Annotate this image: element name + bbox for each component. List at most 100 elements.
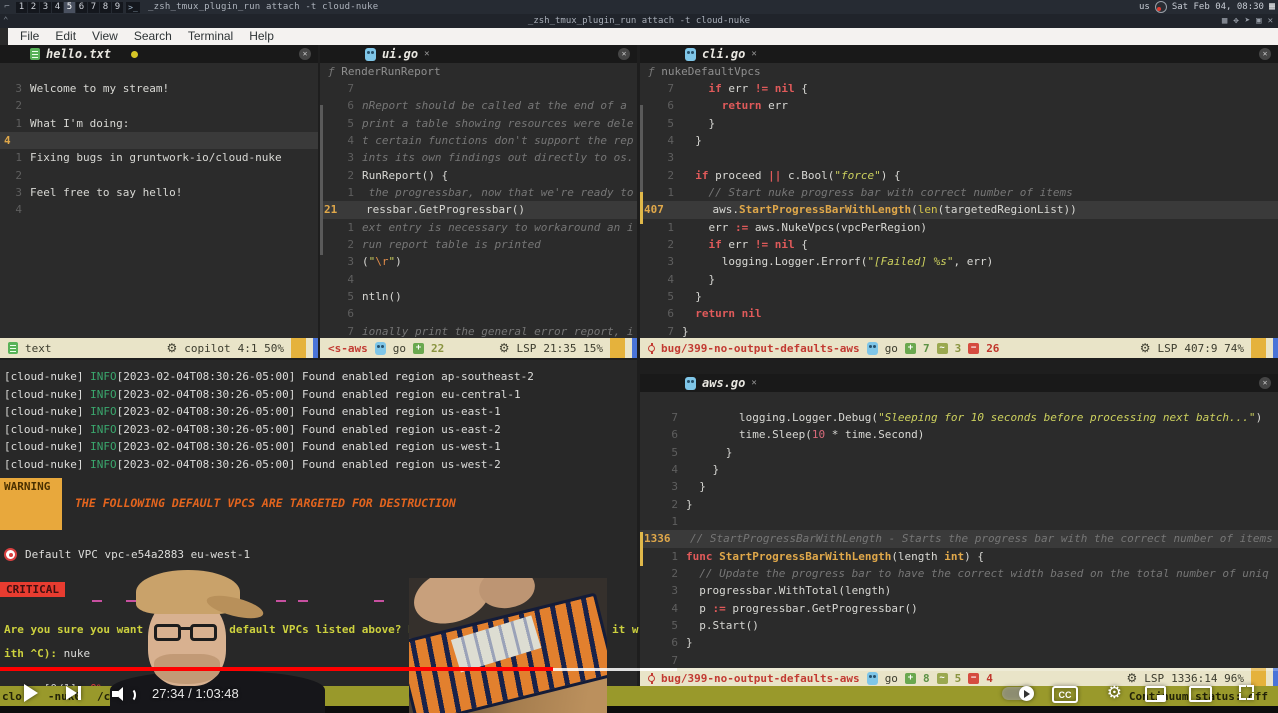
clock[interactable]: Sat Feb 04, 08:30	[1172, 2, 1264, 12]
pane-close-icon[interactable]: ✕	[299, 48, 311, 60]
workspace-grid-icon[interactable]: ▦	[1269, 2, 1275, 12]
volume-button[interactable]	[112, 685, 134, 703]
code-line[interactable]: 2 // Update the progress bar to have the…	[640, 565, 1278, 582]
code-line[interactable]: 3 logging.Logger.Errorf("[Failed] %s", e…	[640, 253, 1278, 270]
menu-item-help[interactable]: Help	[241, 29, 282, 43]
terminal-prefix-button[interactable]: >_	[126, 2, 140, 13]
code-line[interactable]: 5 }	[640, 288, 1278, 305]
tab-close-icon[interactable]: ✕	[751, 49, 756, 59]
menu-item-view[interactable]: View	[84, 29, 126, 43]
code-line[interactable]: 2 if proceed || c.Bool("force") {	[640, 167, 1278, 184]
tab-close-icon[interactable]: ✕	[424, 49, 429, 59]
code-line[interactable]: 7 if err != nil {	[640, 80, 1278, 97]
tmux-window-button-4[interactable]: 4	[52, 2, 63, 13]
fullscreen-button[interactable]	[1239, 685, 1254, 700]
close-icon[interactable]: ✕	[1268, 15, 1273, 27]
menu-item-terminal[interactable]: Terminal	[180, 29, 241, 43]
scrollbar[interactable]	[320, 105, 323, 255]
code-line[interactable]: 1 // Start nuke progress bar with correc…	[640, 184, 1278, 201]
code-line[interactable]: 3Welcome to my stream!	[0, 80, 318, 97]
code-line[interactable]: 3 progressbar.WithTotal(length)	[640, 582, 1278, 599]
tab-hello-txt[interactable]: hello.txt	[30, 47, 138, 61]
menu-item-file[interactable]: File	[12, 29, 47, 43]
pane-close-icon[interactable]: ✕	[1259, 48, 1271, 60]
autoplay-toggle[interactable]	[1002, 687, 1034, 700]
tmux-window-button-2[interactable]: 2	[28, 2, 39, 13]
code-line[interactable]: 6 return nil	[640, 305, 1278, 322]
captions-button[interactable]: CC	[1052, 686, 1078, 703]
code-line[interactable]: 6 return err	[640, 97, 1278, 114]
code-line[interactable]: 3Feel free to say hello!	[0, 184, 318, 201]
code-line[interactable]: 2	[0, 97, 318, 114]
code-line[interactable]: 4	[0, 201, 318, 218]
tab-cli-go[interactable]: cli.go ✕	[685, 47, 757, 61]
code-line[interactable]: 6}	[640, 634, 1278, 651]
code-line[interactable]: 4 }	[640, 271, 1278, 288]
scrollbar-indicator[interactable]	[1273, 338, 1278, 358]
code-line[interactable]: 5 }	[640, 115, 1278, 132]
keyboard-layout-indicator[interactable]: us	[1139, 2, 1150, 12]
code-line[interactable]: 6 time.Sleep(10 * time.Second)	[640, 426, 1278, 443]
code-line[interactable]: 4t certain functions don't support the r…	[320, 132, 637, 149]
code-line[interactable]: 1 err := aws.NukeVpcs(vpcPerRegion)	[640, 219, 1278, 236]
menu-item-search[interactable]: Search	[126, 29, 180, 43]
code-line[interactable]: 2run report table is printed	[320, 236, 637, 253]
code-line[interactable]: 7	[320, 80, 637, 97]
code-line[interactable]: 1 the progressbar, now that we're ready …	[320, 184, 637, 201]
current-code-line[interactable]: 407 aws.StartProgressBarWithLength(len(t…	[640, 201, 1278, 218]
tab-close-icon[interactable]: ✕	[751, 378, 756, 388]
current-code-line[interactable]: 21ressbar.GetProgressbar()	[320, 201, 637, 218]
tmux-window-button-8[interactable]: 8	[100, 2, 111, 13]
theater-mode-button[interactable]	[1189, 686, 1212, 702]
code-line[interactable]: 4 }	[640, 132, 1278, 149]
code-line[interactable]: 6	[320, 305, 637, 322]
pane-close-icon[interactable]: ✕	[618, 48, 630, 60]
code-line[interactable]: 1Fixing bugs in gruntwork-io/cloud-nuke	[0, 149, 318, 166]
code-line[interactable]: 6nReport should be called at the end of …	[320, 97, 637, 114]
code-line[interactable]: 2	[0, 167, 318, 184]
current-code-line[interactable]: 4	[0, 132, 318, 149]
code-line[interactable]: 2 if err != nil {	[640, 236, 1278, 253]
code-line[interactable]: 7	[640, 652, 1278, 669]
menu-item-edit[interactable]: Edit	[47, 29, 84, 43]
play-button[interactable]	[24, 684, 38, 702]
settings-gear-icon[interactable]: ⚙	[1107, 683, 1122, 703]
scrollbar-indicator[interactable]	[313, 338, 318, 358]
code-line[interactable]: 2}	[640, 496, 1278, 513]
code-line[interactable]: 7 logging.Logger.Debug("Sleeping for 10 …	[640, 409, 1278, 426]
code-line[interactable]: 4	[320, 271, 637, 288]
tmux-window-button-6[interactable]: 6	[76, 2, 87, 13]
code-line[interactable]: 1What I'm doing:	[0, 115, 318, 132]
code-line[interactable]: 3ints its own findings out directly to o…	[320, 149, 637, 166]
miniplayer-button[interactable]	[1145, 686, 1166, 702]
pin-icon[interactable]: ➤	[1245, 15, 1250, 27]
tab-aws-go[interactable]: aws.go ✕	[685, 376, 757, 390]
code-line[interactable]: 3	[640, 149, 1278, 166]
code-line[interactable]: 1	[640, 513, 1278, 530]
code-line[interactable]: 2RunReport() {	[320, 167, 637, 184]
shade-icon[interactable]: ▣	[1256, 15, 1261, 27]
tab-ui-go[interactable]: ui.go ✕	[365, 47, 430, 61]
code-line[interactable]: 5 p.Start()	[640, 617, 1278, 634]
tmux-window-button-1[interactable]: 1	[16, 2, 27, 13]
confirm-prompt-line2[interactable]: ith ^C): nuke	[4, 647, 90, 664]
code-line[interactable]: 3("\r")	[320, 253, 637, 270]
next-button[interactable]	[66, 686, 81, 700]
tmux-window-button-9[interactable]: 9	[112, 2, 123, 13]
code-line[interactable]: 5ntln()	[320, 288, 637, 305]
code-line[interactable]: 4 }	[640, 461, 1278, 478]
code-line[interactable]: 1func StartProgressBarWithLength(length …	[640, 548, 1278, 565]
tmux-window-button-5[interactable]: 5	[64, 2, 75, 13]
tmux-window-button-3[interactable]: 3	[40, 2, 51, 13]
code-line[interactable]: 1ext entry is necessary to workaround an…	[320, 219, 637, 236]
scrollbar-indicator[interactable]	[632, 338, 637, 358]
tiles-icon[interactable]: ▦	[1222, 15, 1227, 27]
pane-close-icon[interactable]: ✕	[1259, 377, 1271, 389]
move-icon[interactable]: ✥	[1233, 15, 1238, 27]
scrollbar[interactable]	[640, 105, 643, 195]
code-line[interactable]: 5 }	[640, 444, 1278, 461]
tmux-window-button-7[interactable]: 7	[88, 2, 99, 13]
code-line[interactable]: 3 }	[640, 478, 1278, 495]
code-line[interactable]: 4 p := progressbar.GetProgressbar()	[640, 600, 1278, 617]
code-line[interactable]: 5print a table showing resources were de…	[320, 115, 637, 132]
